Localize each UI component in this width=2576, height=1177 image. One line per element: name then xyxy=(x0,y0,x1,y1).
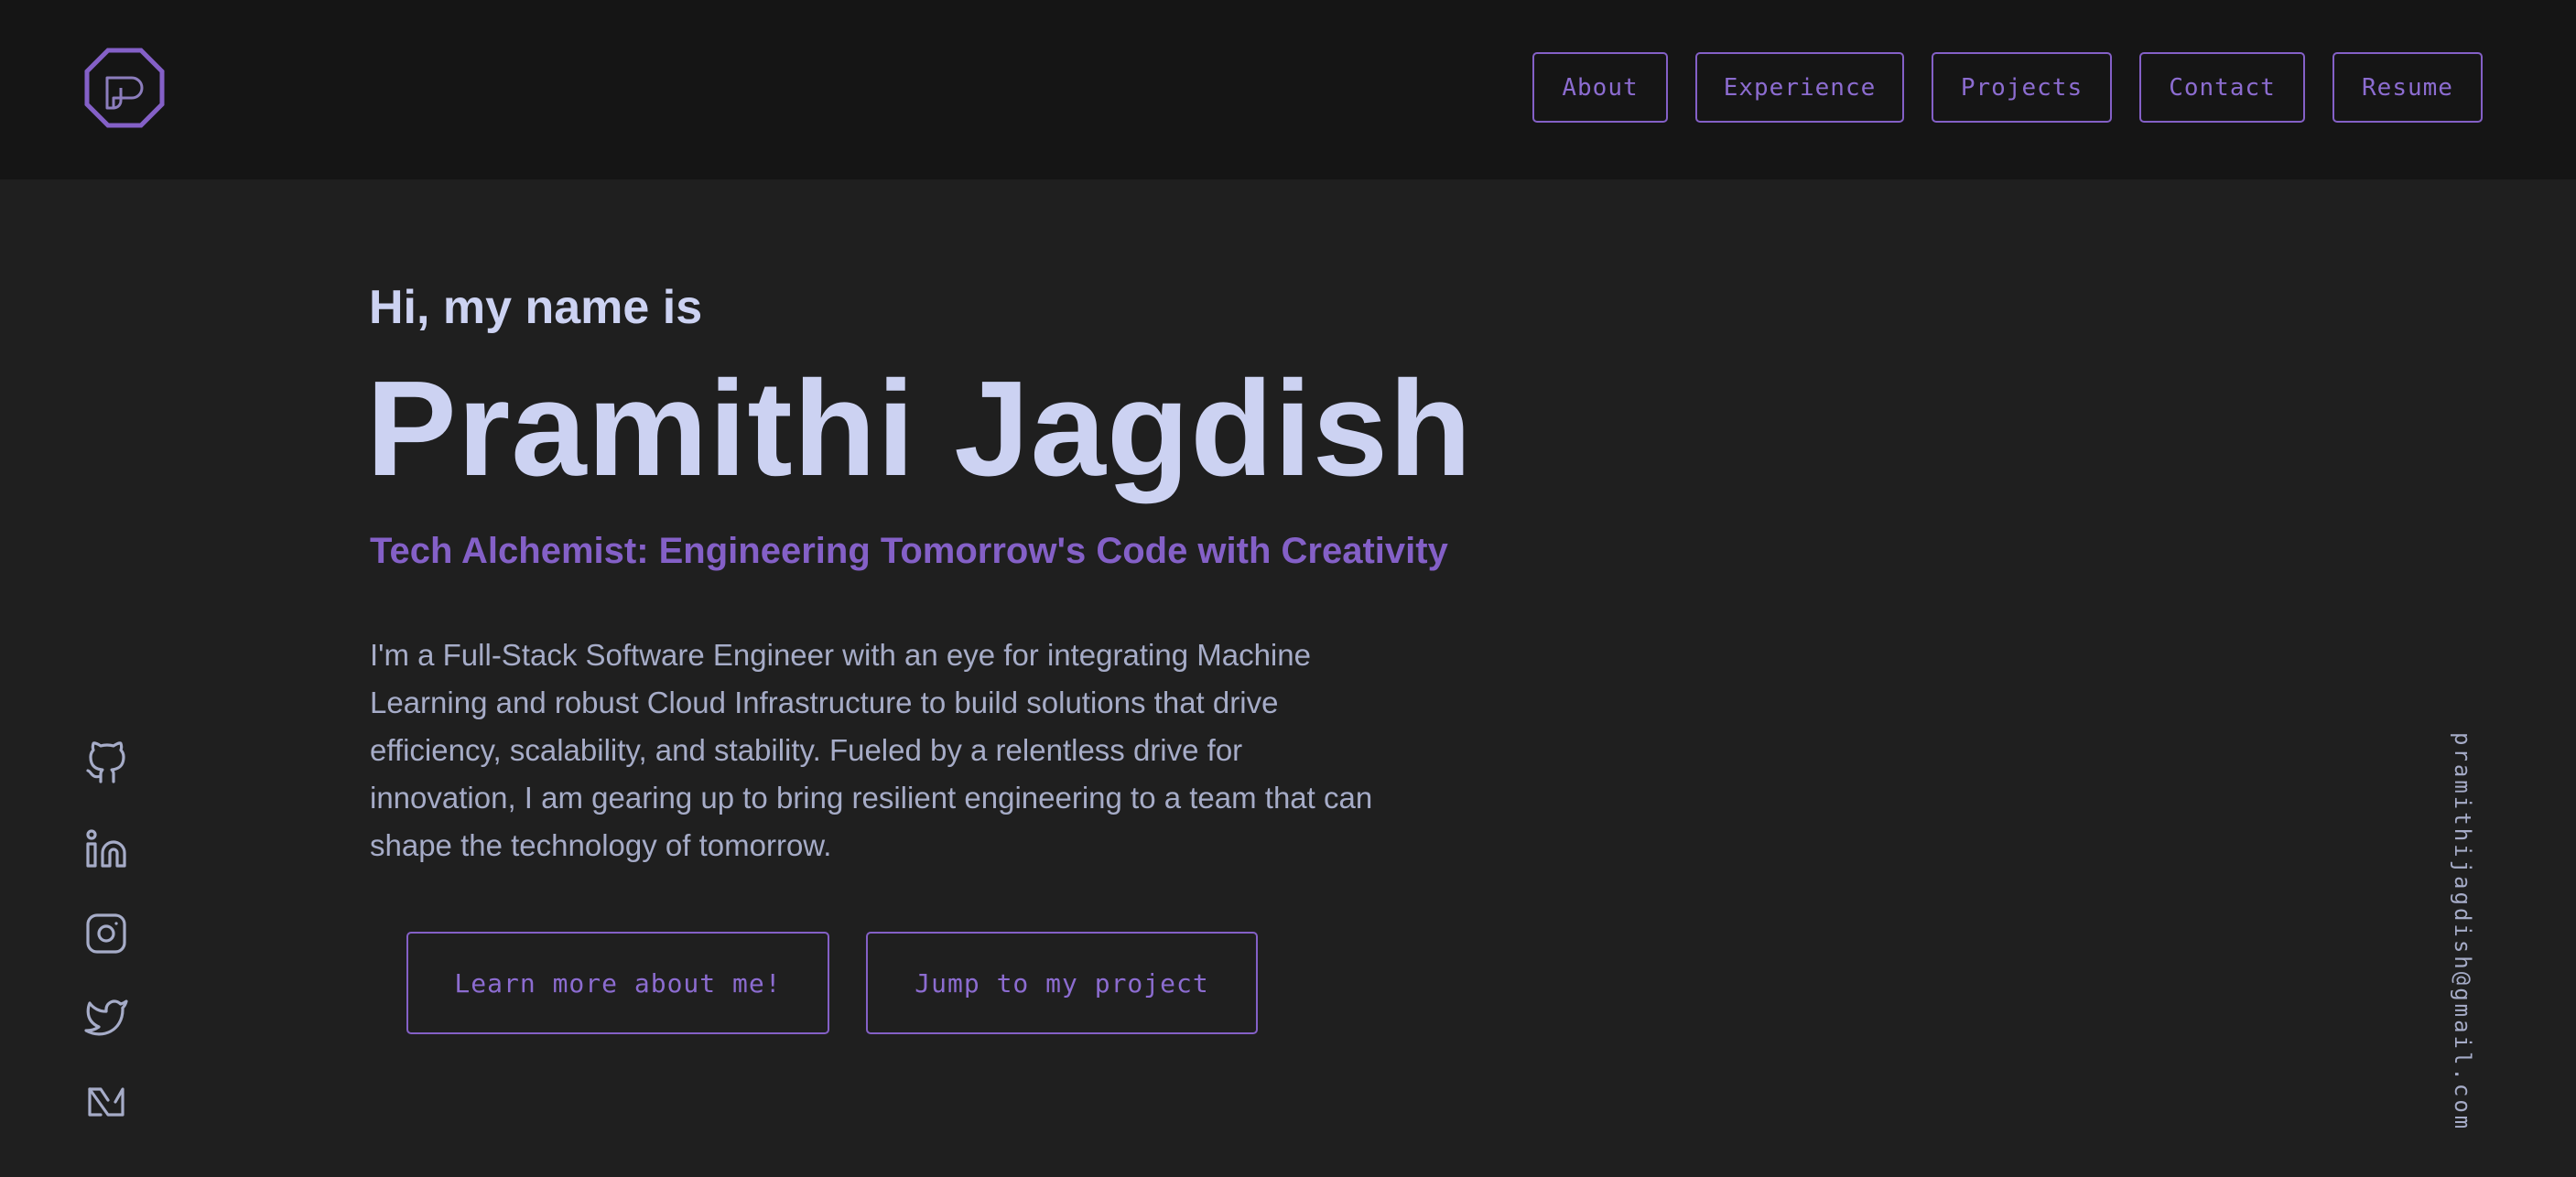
nav-experience[interactable]: Experience xyxy=(1695,52,1904,123)
nav-contact[interactable]: Contact xyxy=(2139,52,2305,123)
instagram-icon[interactable] xyxy=(84,912,128,956)
learn-more-button[interactable]: Learn more about me! xyxy=(406,932,829,1034)
tagline: Tech Alchemist: Engineering Tomorrow's C… xyxy=(370,531,1448,571)
twitter-icon[interactable] xyxy=(84,996,128,1040)
nav-about[interactable]: About xyxy=(1532,52,1668,123)
medium-icon[interactable] xyxy=(84,1080,128,1124)
jump-to-project-button[interactable]: Jump to my project xyxy=(866,932,1258,1034)
nav-resume[interactable]: Resume xyxy=(2332,52,2483,123)
email-link[interactable]: pramithijagdish@gmail.com xyxy=(2450,732,2475,1131)
github-icon[interactable] xyxy=(84,741,128,785)
logo-icon[interactable] xyxy=(84,48,165,128)
page-title: Pramithi Jagdish xyxy=(366,353,1473,504)
nav-projects[interactable]: Projects xyxy=(1932,52,2112,123)
greeting: Hi, my name is xyxy=(369,281,703,334)
intro-paragraph: I'm a Full-Stack Software Engineer with … xyxy=(370,638,1373,862)
site-header: About Experience Projects Contact Resume xyxy=(0,0,2576,179)
linkedin-icon[interactable] xyxy=(84,827,128,871)
